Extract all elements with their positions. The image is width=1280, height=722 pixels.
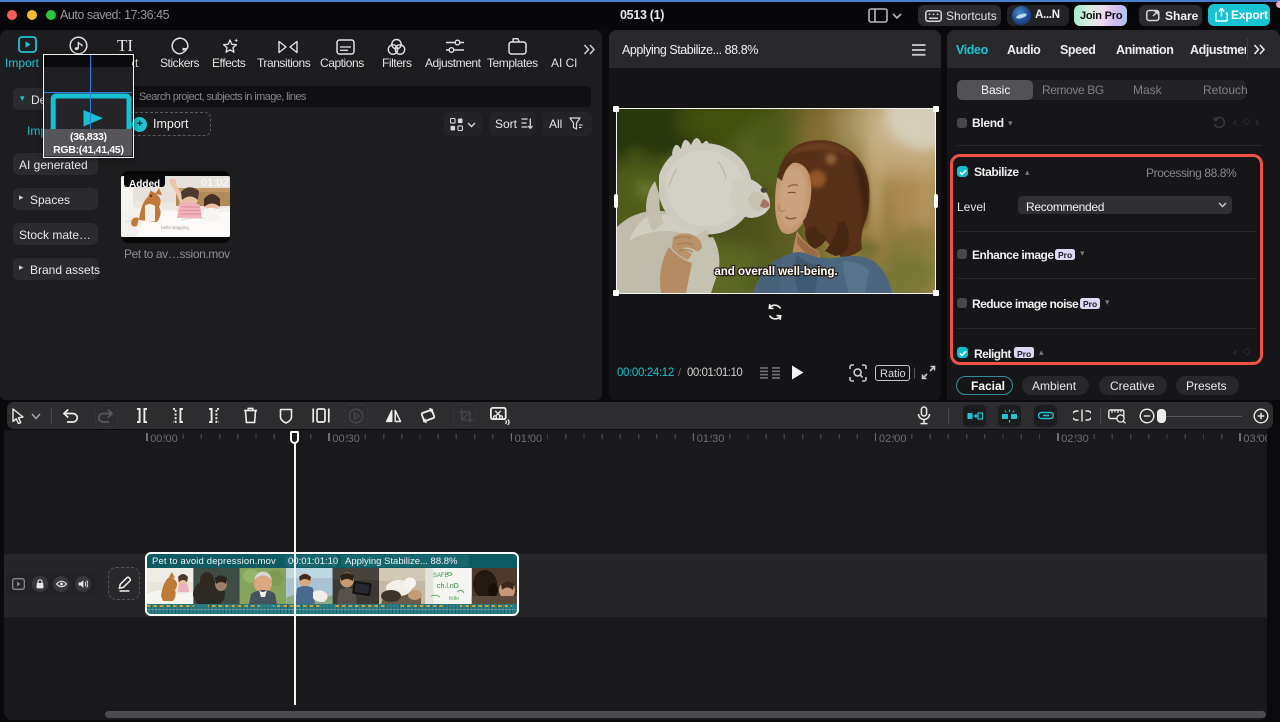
- svg-text:SAFE: SAFE: [433, 573, 449, 579]
- svg-text:follo: follo: [449, 596, 459, 602]
- svg-text:bella wagging: bella wagging: [161, 225, 189, 230]
- svg-text:ch.l.nD: ch.l.nD: [437, 583, 459, 590]
